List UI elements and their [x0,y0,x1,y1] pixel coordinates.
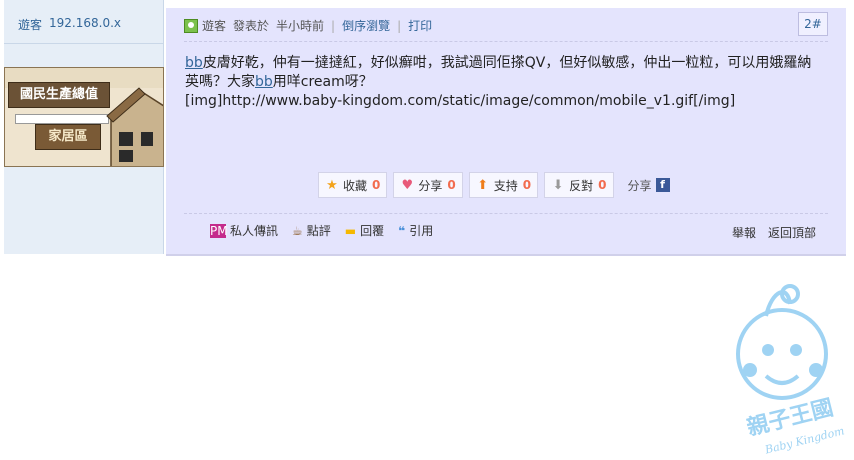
report-link[interactable]: 舉報 [732,224,756,241]
floor-number[interactable]: 2# [798,12,828,36]
pm-label: 私人傳訊 [230,224,279,238]
post-posted-label: 發表於 [233,19,270,33]
speech-bubble-icon: ▬ [344,223,357,238]
support-button[interactable]: ⬆ 支持 0 [468,172,539,198]
cup-icon: ☕ [292,223,303,238]
baby-kingdom-logo: 親子王國 Baby Kingdom [736,284,846,456]
post-actions: ★ 收藏 0 ♥ 分享 0 ⬆ 支持 0 ⬇ 反對 0 分享 f [318,172,670,198]
post-footer: PM 私人傳訊 ☕ 點評 ▬ 回覆 ❝ 引用 [210,222,447,239]
facebook-icon[interactable]: f [655,178,670,192]
share-count: 0 [447,178,456,192]
favorite-count: 0 [372,178,381,192]
post-panel: 遊客 發表於 半小時前 | 倒序瀏覽 | 打印 2# bb皮膚好乾，仲有一撻撻紅… [166,8,846,254]
share-social-label: 分享 [627,178,652,193]
user-name[interactable]: 遊客 [18,16,42,33]
oppose-button[interactable]: ⬇ 反對 0 [544,172,614,198]
user-ip: 192.168.0.x [49,16,121,30]
reply-button[interactable]: ▬ 回覆 [345,222,384,239]
quote-label: 引用 [409,224,434,238]
meta-divider: | [331,18,336,33]
quote-button[interactable]: ❝ 引用 [398,222,433,239]
favorite-label: 收藏 [343,178,368,193]
meta-divider: | [397,18,402,33]
banner-subtitle: 家居區 [35,124,101,150]
user-icon [184,18,198,33]
post-content: bb皮膚好乾，仲有一撻撻紅，好似癬咁，我試過同佢搽QV，但好似敏感，仲出一粒粒，… [185,54,825,111]
quote-icon: ❝ [398,223,406,238]
arrow-down-icon: ⬇ [552,177,564,193]
post-bottom-border [166,254,846,256]
post-time: 半小時前 [276,19,325,33]
banner-title: 國民生產總值 [8,82,110,108]
banner-input-graphic [15,114,109,124]
favorite-button[interactable]: ★ 收藏 0 [318,172,388,198]
oppose-label: 反對 [569,178,594,193]
post-meta: 遊客 發表於 半小時前 | 倒序瀏覽 | 打印 [184,17,432,34]
message-icon: PM [210,223,228,238]
post-footer-right: 舉報 返回頂部 [720,224,816,241]
support-count: 0 [522,178,532,192]
user-info-row: 遊客 192.168.0.x [4,0,164,44]
keyword-link[interactable]: bb [255,74,273,90]
reverse-order-link[interactable]: 倒序瀏覽 [342,17,390,34]
reply-label: 回覆 [360,224,385,238]
back-to-top-link[interactable]: 返回頂部 [768,224,816,241]
post-img-code: [img]http://www.baby-kingdom.com/static/… [185,93,736,109]
post-text: 用咩cream呀？ [272,74,373,90]
ad-banner[interactable]: 國民生產總值 家居區 [4,67,164,167]
pm-button[interactable]: PM 私人傳訊 [210,222,278,239]
oppose-count: 0 [598,178,607,192]
divider [184,41,828,42]
divider [184,213,828,214]
star-icon: ★ [326,177,338,193]
heart-icon: ♥ [401,177,414,193]
rate-label: 點評 [306,224,331,238]
rate-button[interactable]: ☕ 點評 [292,222,331,239]
arrow-up-icon: ⬆ [477,177,489,193]
support-label: 支持 [493,178,518,193]
print-link[interactable]: 打印 [408,17,432,34]
keyword-link[interactable]: bb [185,55,203,71]
share-button[interactable]: ♥ 分享 0 [393,172,463,198]
house-icon [106,87,163,166]
post-author[interactable]: 遊客 [202,17,226,34]
share-label: 分享 [418,178,443,193]
